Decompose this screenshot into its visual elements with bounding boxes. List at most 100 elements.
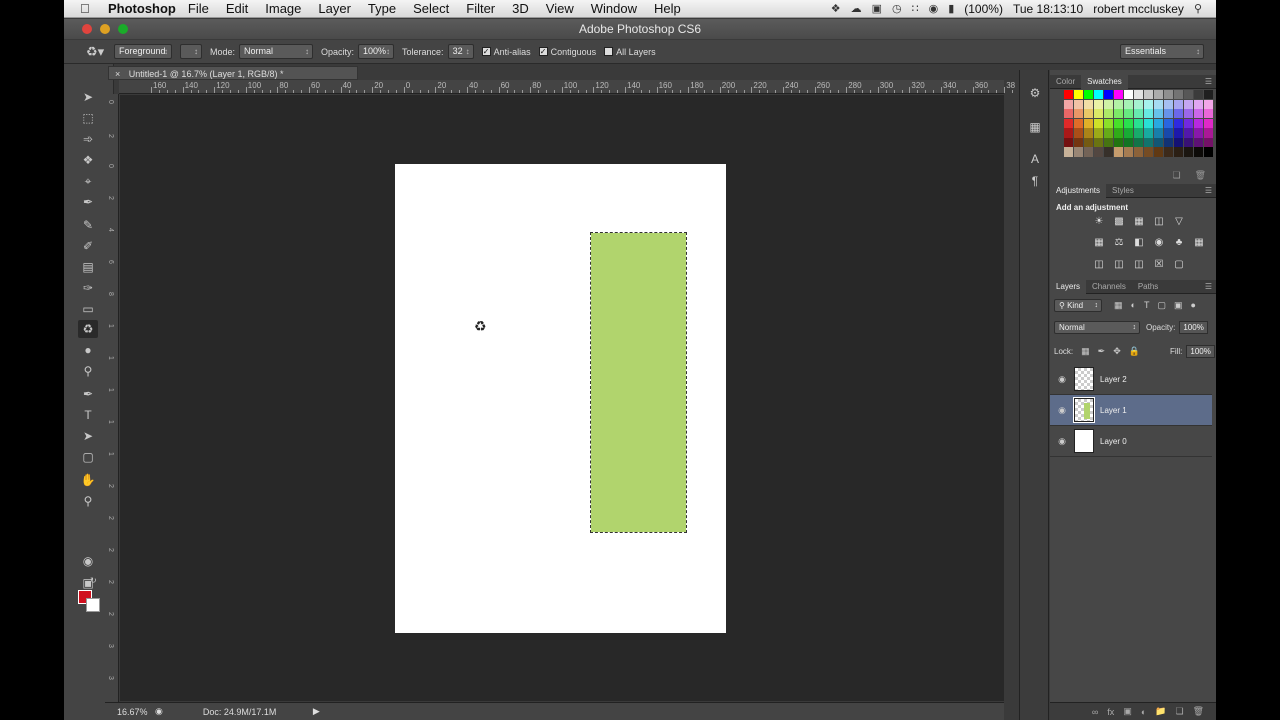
swatch[interactable] (1133, 128, 1144, 138)
menu-file[interactable]: File (188, 1, 209, 16)
bluetooth-icon[interactable]: ∷ (912, 2, 919, 15)
swatch[interactable] (1073, 99, 1084, 109)
history-panel-icon[interactable]: ⚙ (1027, 86, 1043, 102)
new-layer-icon[interactable]: ❏ (1175, 706, 1183, 717)
filter-shape-icon[interactable]: ▢ (1157, 300, 1166, 311)
all-layers-checkbox[interactable] (604, 47, 614, 56)
app-menu[interactable]: Photoshop (108, 1, 176, 16)
swatch[interactable] (1133, 137, 1144, 148)
swatch[interactable] (1203, 128, 1213, 138)
clone-stamp-tool-icon[interactable]: ▤ (78, 258, 98, 276)
swatch[interactable] (1083, 118, 1094, 128)
properties-panel-icon[interactable]: ▦ (1027, 120, 1043, 136)
swatch[interactable] (1083, 99, 1094, 109)
crop-tool-icon[interactable]: ⌖ (78, 172, 98, 190)
lock-image-icon[interactable]: ✒ (1098, 346, 1106, 357)
swatch[interactable] (1113, 137, 1124, 148)
type-tool-icon[interactable]: T (78, 406, 98, 424)
eyedropper-tool-icon[interactable]: ✒ (78, 193, 98, 211)
document-tab[interactable]: × Untitled-1 @ 16.7% (Layer 1, RGB/8) * (108, 66, 358, 80)
swatch[interactable] (1133, 118, 1144, 128)
menu-layer[interactable]: Layer (318, 1, 351, 16)
add-mask-icon[interactable]: ▣ (1123, 706, 1132, 717)
swatch[interactable] (1123, 90, 1134, 100)
screen-mode-icon[interactable]: ▣ (78, 574, 98, 592)
opacity-input[interactable]: 100% (358, 44, 395, 59)
delete-layer-icon[interactable]: 🗑 (1193, 706, 1204, 717)
swatch[interactable] (1083, 137, 1094, 148)
tab-color[interactable]: Color (1050, 75, 1081, 89)
photo-filter-icon[interactable]: ◉ (1152, 237, 1166, 249)
horizontal-ruler[interactable]: 160 140 120 100 80 60 40 20 0 20 40 60 80 100 120 140 16… (119, 80, 1029, 94)
swatch[interactable] (1163, 137, 1174, 148)
layer-row-layer-0[interactable]: ◉ Layer 0 (1050, 426, 1212, 457)
swatch[interactable] (1193, 147, 1203, 157)
green-rectangle-selection[interactable] (590, 232, 687, 533)
swatch[interactable] (1173, 118, 1184, 128)
swatch[interactable] (1143, 118, 1154, 128)
healing-brush-tool-icon[interactable]: ✎ (78, 216, 98, 234)
new-adjustment-layer-icon[interactable]: ◐ (1141, 707, 1146, 717)
tab-styles[interactable]: Styles (1106, 184, 1140, 198)
swatch[interactable] (1173, 109, 1184, 119)
swatch[interactable] (1103, 99, 1114, 109)
lock-transparent-icon[interactable]: ▦ (1081, 346, 1090, 357)
swatch[interactable] (1113, 147, 1124, 157)
new-swatch-icon[interactable]: ❏ (1172, 170, 1180, 181)
screen-icon[interactable]: ▣ (872, 2, 882, 15)
menubar-user[interactable]: robert mccluskey (1093, 2, 1184, 16)
swatch[interactable] (1113, 99, 1124, 109)
swatch[interactable] (1113, 109, 1124, 119)
layer-name[interactable]: Layer 0 (1100, 437, 1127, 446)
timemachine-icon[interactable]: ◷ (892, 2, 902, 15)
swatches-grid[interactable] (1064, 90, 1213, 157)
swatch[interactable] (1143, 109, 1154, 119)
swatch[interactable] (1123, 128, 1134, 138)
swatch[interactable] (1064, 109, 1074, 119)
swatch[interactable] (1123, 137, 1134, 148)
swatch[interactable] (1064, 99, 1074, 109)
swatch[interactable] (1093, 99, 1104, 109)
swatch[interactable] (1073, 147, 1084, 157)
swatch[interactable] (1064, 118, 1074, 128)
swatch[interactable] (1183, 99, 1193, 109)
swatch[interactable] (1153, 90, 1164, 100)
swatch[interactable] (1143, 147, 1154, 157)
swatch[interactable] (1133, 90, 1144, 100)
delete-swatch-icon[interactable]: 🗑 (1195, 170, 1206, 181)
swatch[interactable] (1183, 147, 1193, 157)
tolerance-input[interactable]: 32 (447, 44, 474, 59)
swatch[interactable] (1153, 118, 1164, 128)
mode-select[interactable]: Normal (239, 44, 314, 59)
swatch[interactable] (1073, 118, 1084, 128)
swatch[interactable] (1073, 90, 1084, 100)
minimize-window-icon[interactable] (100, 24, 110, 34)
swatch[interactable] (1143, 99, 1154, 109)
swatch[interactable] (1143, 90, 1154, 100)
swatch[interactable] (1143, 137, 1154, 148)
swatch[interactable] (1193, 128, 1203, 138)
swatch[interactable] (1103, 128, 1114, 138)
filter-adjustment-icon[interactable]: ◐ (1131, 300, 1136, 311)
swatch[interactable] (1153, 109, 1164, 119)
swatch[interactable] (1093, 118, 1104, 128)
swatch[interactable] (1064, 147, 1074, 157)
swatch[interactable] (1093, 128, 1104, 138)
swatch[interactable] (1083, 147, 1094, 157)
paragraph-panel-icon[interactable]: ¶ (1027, 174, 1043, 190)
swatch[interactable] (1183, 118, 1193, 128)
menu-help[interactable]: Help (654, 1, 681, 16)
character-panel-icon[interactable]: A (1027, 152, 1043, 168)
zoom-tool-icon[interactable]: ⚲ (78, 492, 98, 510)
visibility-eye-icon[interactable]: ◉ (1050, 405, 1074, 416)
swatch[interactable] (1153, 147, 1164, 157)
swatch[interactable] (1064, 128, 1074, 138)
panel-menu-icon[interactable]: ☰ (1205, 186, 1216, 195)
swatch[interactable] (1113, 128, 1124, 138)
swatch[interactable] (1153, 99, 1164, 109)
layer-filter-kind-select[interactable]: ⚲ Kind (1054, 299, 1102, 312)
posterize-icon[interactable]: ◫ (1112, 259, 1126, 271)
swatch[interactable] (1203, 137, 1213, 148)
lasso-tool-icon[interactable]: ➾ (78, 130, 98, 148)
swatch[interactable] (1103, 109, 1114, 119)
